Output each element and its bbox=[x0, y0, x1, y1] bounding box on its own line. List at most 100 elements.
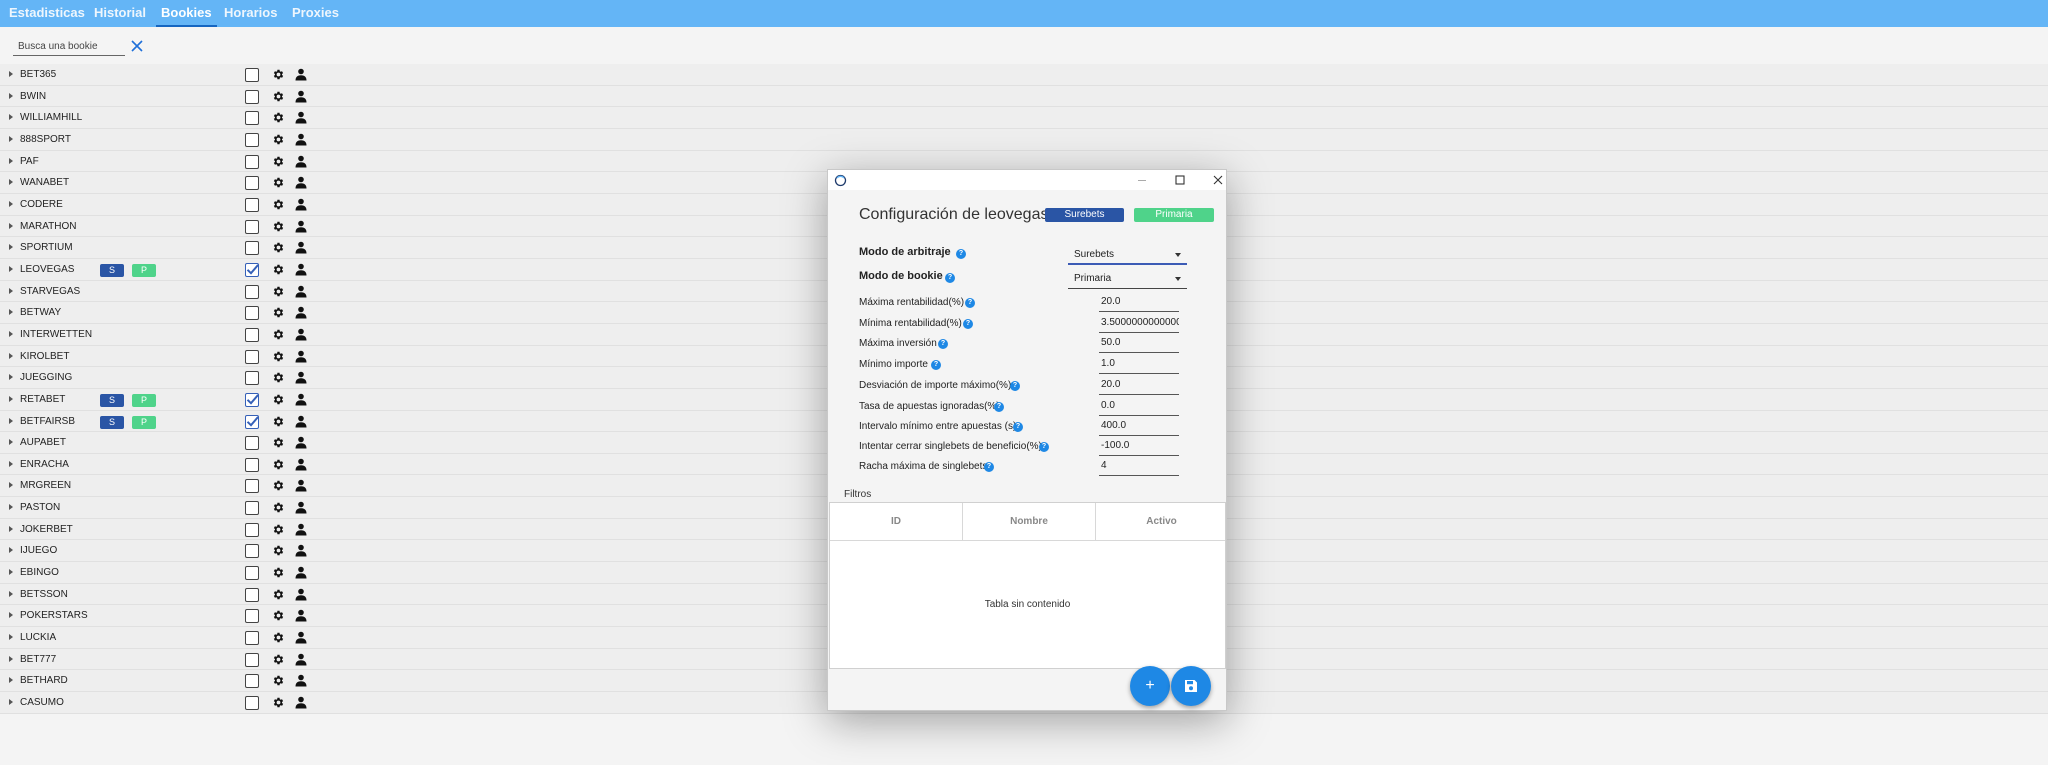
gear-icon[interactable] bbox=[272, 220, 285, 233]
help-icon[interactable]: ? bbox=[965, 298, 975, 308]
bookie-row[interactable]: 888SPORT bbox=[0, 128, 2048, 151]
account-icon[interactable] bbox=[295, 653, 307, 666]
tab-bookies[interactable]: Bookies bbox=[156, 0, 217, 27]
cerrar-singlebets-input[interactable]: -100.0 bbox=[1099, 438, 1179, 456]
gear-icon[interactable] bbox=[272, 415, 285, 428]
account-icon[interactable] bbox=[295, 241, 307, 254]
max-inversion-input[interactable]: 50.0 bbox=[1099, 335, 1179, 353]
expand-arrow-icon[interactable] bbox=[9, 699, 13, 706]
account-icon[interactable] bbox=[295, 371, 307, 384]
enable-checkbox[interactable] bbox=[245, 176, 259, 191]
gear-icon[interactable] bbox=[272, 133, 285, 146]
expand-arrow-icon[interactable] bbox=[9, 590, 13, 597]
enable-checkbox[interactable] bbox=[245, 479, 259, 494]
enable-checkbox[interactable] bbox=[245, 392, 259, 407]
expand-arrow-icon[interactable] bbox=[9, 222, 13, 229]
expand-arrow-icon[interactable] bbox=[9, 460, 13, 467]
enable-checkbox[interactable] bbox=[245, 609, 259, 624]
enable-checkbox[interactable] bbox=[245, 132, 259, 147]
enable-checkbox[interactable] bbox=[245, 241, 259, 256]
expand-arrow-icon[interactable] bbox=[9, 330, 13, 337]
expand-arrow-icon[interactable] bbox=[9, 504, 13, 511]
expand-arrow-icon[interactable] bbox=[9, 417, 13, 424]
account-icon[interactable] bbox=[295, 111, 307, 124]
help-icon[interactable]: ? bbox=[931, 360, 941, 370]
modo-arbitraje-select[interactable]: Surebets bbox=[1068, 246, 1187, 265]
expand-arrow-icon[interactable] bbox=[9, 114, 13, 121]
gear-icon[interactable] bbox=[272, 588, 285, 601]
clear-search-icon[interactable] bbox=[129, 38, 145, 54]
gear-icon[interactable] bbox=[272, 263, 285, 276]
save-button[interactable] bbox=[1171, 666, 1211, 706]
expand-arrow-icon[interactable] bbox=[9, 525, 13, 532]
tab-historial[interactable]: Historial bbox=[94, 0, 146, 27]
expand-arrow-icon[interactable] bbox=[9, 287, 13, 294]
gear-icon[interactable] bbox=[272, 458, 285, 471]
gear-icon[interactable] bbox=[272, 176, 285, 189]
account-icon[interactable] bbox=[295, 306, 307, 319]
close-icon[interactable] bbox=[1210, 172, 1226, 188]
bookie-row[interactable]: BWIN bbox=[0, 85, 2048, 108]
expand-arrow-icon[interactable] bbox=[9, 309, 13, 316]
help-icon[interactable]: ? bbox=[956, 249, 966, 259]
account-icon[interactable] bbox=[295, 155, 307, 168]
expand-arrow-icon[interactable] bbox=[9, 71, 13, 77]
enable-checkbox[interactable] bbox=[245, 349, 259, 364]
gear-icon[interactable] bbox=[272, 393, 285, 406]
enable-checkbox[interactable] bbox=[245, 436, 259, 451]
column-header-activo[interactable]: Activo bbox=[1095, 503, 1227, 541]
expand-arrow-icon[interactable] bbox=[9, 634, 13, 641]
gear-icon[interactable] bbox=[272, 198, 285, 211]
enable-checkbox[interactable] bbox=[245, 327, 259, 342]
account-icon[interactable] bbox=[295, 198, 307, 211]
account-icon[interactable] bbox=[295, 68, 307, 81]
gear-icon[interactable] bbox=[272, 306, 285, 319]
expand-arrow-icon[interactable] bbox=[9, 482, 13, 489]
account-icon[interactable] bbox=[295, 285, 307, 298]
gear-icon[interactable] bbox=[272, 501, 285, 514]
expand-arrow-icon[interactable] bbox=[9, 547, 13, 554]
account-icon[interactable] bbox=[295, 220, 307, 233]
enable-checkbox[interactable] bbox=[245, 89, 259, 104]
help-icon[interactable]: ? bbox=[945, 273, 955, 283]
search-input[interactable] bbox=[13, 38, 125, 56]
minimize-icon[interactable] bbox=[1134, 172, 1150, 188]
gear-icon[interactable] bbox=[272, 544, 285, 557]
account-icon[interactable] bbox=[295, 523, 307, 536]
account-icon[interactable] bbox=[295, 458, 307, 471]
min-importe-input[interactable]: 1.0 bbox=[1099, 356, 1179, 374]
enable-checkbox[interactable] bbox=[245, 262, 259, 277]
gear-icon[interactable] bbox=[272, 631, 285, 644]
gear-icon[interactable] bbox=[272, 653, 285, 666]
help-icon[interactable]: ? bbox=[994, 402, 1004, 412]
gear-icon[interactable] bbox=[272, 696, 285, 709]
enable-checkbox[interactable] bbox=[245, 696, 259, 711]
account-icon[interactable] bbox=[295, 609, 307, 622]
account-icon[interactable] bbox=[295, 479, 307, 492]
gear-icon[interactable] bbox=[272, 68, 285, 81]
account-icon[interactable] bbox=[295, 133, 307, 146]
help-icon[interactable]: ? bbox=[1039, 442, 1049, 452]
account-icon[interactable] bbox=[295, 566, 307, 579]
column-header-id[interactable]: ID bbox=[830, 503, 962, 541]
account-icon[interactable] bbox=[295, 674, 307, 687]
gear-icon[interactable] bbox=[272, 111, 285, 124]
account-icon[interactable] bbox=[295, 393, 307, 406]
enable-checkbox[interactable] bbox=[245, 371, 259, 386]
account-icon[interactable] bbox=[295, 263, 307, 276]
gear-icon[interactable] bbox=[272, 328, 285, 341]
gear-icon[interactable] bbox=[272, 674, 285, 687]
gear-icon[interactable] bbox=[272, 566, 285, 579]
account-icon[interactable] bbox=[295, 328, 307, 341]
expand-arrow-icon[interactable] bbox=[9, 352, 13, 359]
maximize-icon[interactable] bbox=[1172, 172, 1188, 188]
enable-checkbox[interactable] bbox=[245, 566, 259, 581]
add-filter-button[interactable]: + bbox=[1130, 666, 1170, 706]
gear-icon[interactable] bbox=[272, 436, 285, 449]
account-icon[interactable] bbox=[295, 588, 307, 601]
expand-arrow-icon[interactable] bbox=[9, 92, 13, 99]
enable-checkbox[interactable] bbox=[245, 306, 259, 321]
gear-icon[interactable] bbox=[272, 155, 285, 168]
account-icon[interactable] bbox=[295, 176, 307, 189]
help-icon[interactable]: ? bbox=[1013, 422, 1023, 432]
